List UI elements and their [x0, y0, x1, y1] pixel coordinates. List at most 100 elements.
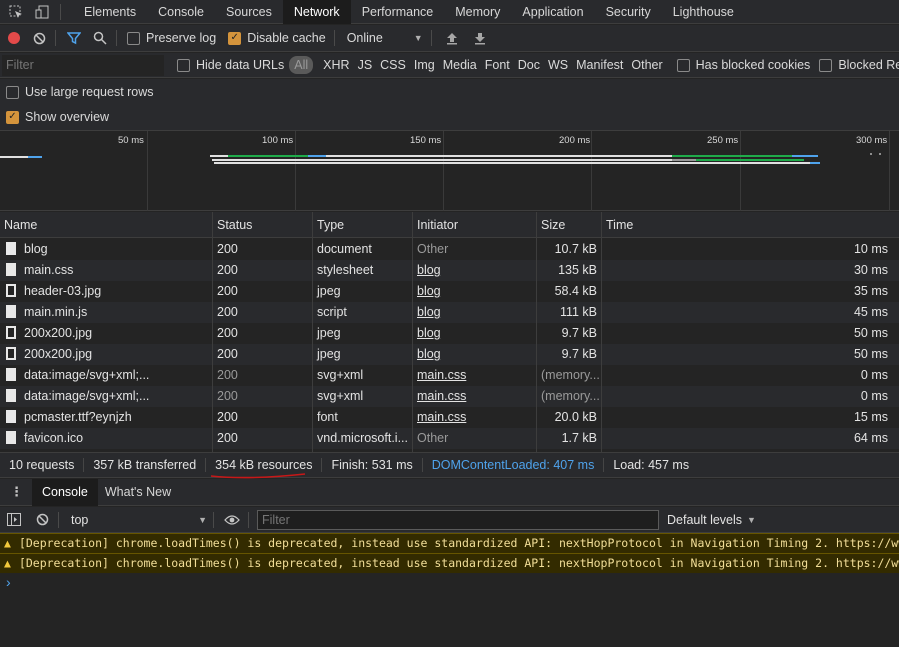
type-filter-manifest[interactable]: Manifest: [572, 58, 627, 72]
sidebar-toggle-icon[interactable]: [6, 512, 22, 528]
table-row[interactable]: pcmaster.ttf?eynjzh 200 font main.css 20.0 k…: [0, 407, 899, 428]
tab-memory[interactable]: Memory: [444, 0, 511, 24]
tab-lighthouse[interactable]: Lighthouse: [662, 0, 745, 24]
tab-application[interactable]: Application: [511, 0, 594, 24]
type-filter-js[interactable]: JS: [354, 58, 377, 72]
type-text: jpeg: [317, 284, 341, 298]
clear-console-icon[interactable]: [34, 512, 50, 528]
column-header-name[interactable]: Name: [0, 212, 212, 238]
checkbox-unchecked[interactable]: [127, 31, 140, 45]
initiator-text[interactable]: blog: [417, 263, 441, 277]
tab-network[interactable]: Network: [282, 0, 351, 24]
console-warning[interactable]: ▲ [Deprecation] chrome.loadTimes() is dep…: [0, 553, 899, 573]
time-text: 45 ms: [853, 305, 888, 319]
table-row[interactable]: favicon.ico 200 vnd.microsoft.i... Other 1.7…: [0, 428, 899, 449]
checkbox-unchecked[interactable]: [676, 58, 690, 72]
cell-size: 58.4 kB: [537, 281, 601, 302]
large-rows-checkbox[interactable]: Use large request rows: [6, 83, 154, 101]
table-row[interactable]: data:image/svg+xml;... 200 svg+xml main.css…: [0, 365, 899, 386]
blocked-requests-checkbox[interactable]: Blocked Reques: [819, 58, 899, 72]
cell-status: 200: [213, 428, 312, 449]
tab-security[interactable]: Security: [595, 0, 662, 24]
initiator-text[interactable]: blog: [417, 347, 441, 361]
size-text: 1.7 kB: [561, 431, 597, 445]
type-filter-ws[interactable]: WS: [544, 58, 572, 72]
initiator-text[interactable]: main.css: [417, 368, 466, 382]
type-filter-other[interactable]: Other: [627, 58, 666, 72]
table-row[interactable]: 200x200.jpg 200 jpeg blog 9.7 kB 50 ms: [0, 344, 899, 365]
type-filter-img[interactable]: Img: [410, 58, 439, 72]
cell-size: 111 kB: [537, 302, 601, 323]
throttling-select[interactable]: Online ▼: [347, 31, 423, 45]
filter-icon[interactable]: [66, 30, 82, 46]
console-filter-input[interactable]: [257, 509, 659, 530]
console-warning[interactable]: ▲ [Deprecation] chrome.loadTimes() is dep…: [0, 533, 899, 553]
table-row[interactable]: 200x200.jpg 200 jpeg blog 9.7 kB 50 ms: [0, 323, 899, 344]
dropdown-arrow-icon: ▼: [747, 514, 756, 525]
initiator-text[interactable]: blog: [417, 284, 441, 298]
device-toolbar-icon[interactable]: [34, 4, 50, 20]
name-text: main.min.js: [24, 305, 88, 319]
status-text: 200: [217, 368, 238, 382]
table-row[interactable]: main.min.js 200 script blog 111 kB 45 ms: [0, 302, 899, 323]
checkbox-unchecked[interactable]: [6, 85, 19, 99]
column-header-initiator[interactable]: Initiator: [413, 212, 536, 238]
live-expression-eye-icon[interactable]: [224, 512, 240, 528]
cell-type: svg+xml: [313, 365, 412, 386]
context-select[interactable]: top ▼: [71, 513, 207, 527]
has-blocked-cookies-checkbox[interactable]: Has blocked cookies: [676, 58, 810, 72]
resources-size: 354 kB resources: [206, 458, 323, 479]
checkmark-icon[interactable]: ✓: [6, 110, 19, 124]
initiator-text[interactable]: blog: [417, 326, 441, 340]
type-text: font: [317, 410, 338, 424]
type-text: svg+xml: [317, 389, 364, 403]
column-header-status[interactable]: Status: [213, 212, 312, 238]
prompt-chevron-icon: ›: [6, 574, 11, 590]
initiator-text[interactable]: blog: [417, 305, 441, 319]
drawer-tab-console[interactable]: Console: [32, 478, 98, 506]
preserve-log-checkbox[interactable]: Preserve log: [127, 31, 216, 45]
cell-initiator: blog: [413, 344, 536, 365]
initiator-text[interactable]: main.css: [417, 389, 466, 403]
inspect-element-icon[interactable]: [8, 4, 24, 20]
type-filter-xhr[interactable]: XHR: [319, 58, 353, 72]
drawer-tab-whats-new[interactable]: What's New: [98, 479, 178, 506]
search-icon[interactable]: [92, 30, 108, 46]
filter-input[interactable]: [2, 54, 164, 76]
show-overview-checkbox[interactable]: ✓ Show overview: [6, 108, 109, 126]
load-time: Load: 457 ms: [613, 458, 690, 472]
drawer-menu-icon[interactable]: ⋮: [10, 484, 23, 500]
table-row[interactable]: data:image/svg+xml;... 200 svg+xml main.css…: [0, 386, 899, 407]
hide-data-urls-checkbox[interactable]: Hide data URLs: [177, 58, 284, 72]
type-filter-all[interactable]: All: [289, 56, 314, 74]
type-filter-doc[interactable]: Doc: [514, 58, 544, 72]
divider: [116, 30, 117, 46]
tab-performance[interactable]: Performance: [351, 0, 445, 24]
column-header-time[interactable]: Time: [602, 212, 892, 238]
export-har-icon[interactable]: [472, 30, 488, 46]
network-overview[interactable]: 50 ms 100 ms 150 ms 200 ms 250 ms 300 ms: [0, 131, 899, 211]
log-levels-select[interactable]: Default levels ▼: [667, 513, 756, 527]
checkbox-unchecked[interactable]: [819, 58, 833, 72]
type-filter-font[interactable]: Font: [481, 58, 514, 72]
console-prompt[interactable]: ›: [0, 574, 899, 594]
type-filter-media[interactable]: Media: [439, 58, 481, 72]
record-icon[interactable]: [8, 32, 20, 44]
tab-console[interactable]: Console: [147, 0, 215, 24]
type-filter-css[interactable]: CSS: [376, 58, 410, 72]
column-header-size[interactable]: Size: [537, 212, 601, 238]
column-header-type[interactable]: Type: [313, 212, 412, 238]
table-row[interactable]: blog 200 document Other 10.7 kB 10 ms: [0, 239, 899, 260]
table-row[interactable]: main.css 200 stylesheet blog 135 kB 30 ms: [0, 260, 899, 281]
tab-sources[interactable]: Sources: [215, 0, 283, 24]
disable-cache-checkbox[interactable]: ✓ Disable cache: [228, 31, 326, 45]
table-row[interactable]: header-03.jpg 200 jpeg blog 58.4 kB 35 ms: [0, 281, 899, 302]
initiator-text[interactable]: main.css: [417, 410, 466, 424]
import-har-icon[interactable]: [444, 30, 460, 46]
clear-icon[interactable]: [31, 30, 47, 46]
tab-elements[interactable]: Elements: [73, 0, 147, 24]
cell-time: 45 ms: [602, 302, 892, 323]
checkbox-unchecked[interactable]: [177, 58, 190, 72]
name-text: header-03.jpg: [24, 284, 102, 298]
checkmark-icon[interactable]: ✓: [228, 31, 242, 45]
